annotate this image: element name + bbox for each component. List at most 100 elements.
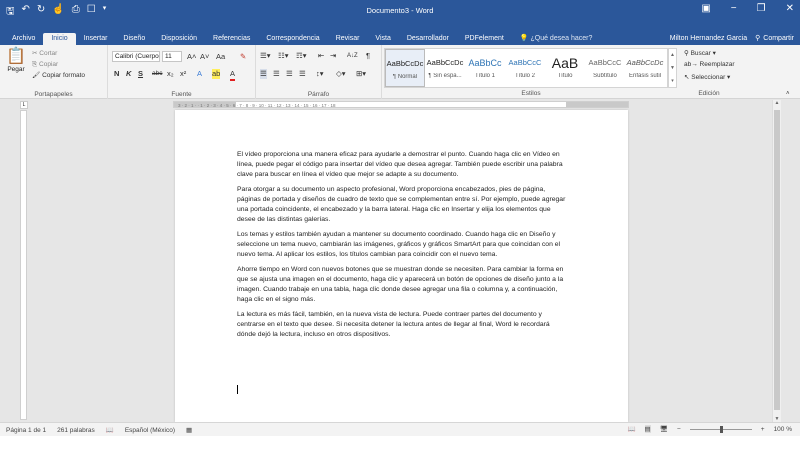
show-marks-button[interactable]: ¶ — [366, 51, 370, 61]
document-body[interactable]: El vídeo proporciona una manera eficaz p… — [237, 150, 567, 345]
ribbon: 📋 Pegar ✂ Cortar ⎘ Copiar 🖌 Copiar forma… — [0, 45, 800, 99]
tab-disposicion[interactable]: Disposición — [153, 33, 205, 45]
line-spacing-icon[interactable]: ↕▾ — [316, 69, 324, 79]
shrink-font-button[interactable]: A˅ — [200, 52, 209, 62]
align-left-icon[interactable]: ☰ — [260, 69, 267, 79]
bullets-icon[interactable]: ☰▾ — [260, 51, 271, 61]
collapse-ribbon-icon[interactable]: ˄ — [786, 89, 790, 99]
increase-indent-icon[interactable]: ⇥ — [330, 51, 336, 61]
tab-archivo[interactable]: Archivo — [4, 33, 43, 45]
tab-correspondencia[interactable]: Correspondencia — [258, 33, 327, 45]
style-normal[interactable]: AaBbCcDc ¶ Normal — [385, 49, 425, 87]
replace-button[interactable]: ab→ Reemplazar — [684, 61, 735, 68]
page-count[interactable]: Página 1 de 1 — [6, 427, 46, 434]
borders-icon[interactable]: ⊞▾ — [356, 69, 366, 79]
cut-button[interactable]: ✂ Cortar — [32, 48, 85, 59]
zoom-level[interactable]: 100 % — [774, 426, 792, 433]
style-heading-1[interactable]: AaBbCc Título 1 — [465, 49, 505, 87]
tab-insertar[interactable]: Insertar — [76, 33, 116, 45]
italic-button[interactable]: K — [126, 69, 131, 79]
font-size-box[interactable]: 11 — [162, 51, 182, 62]
macro-icon[interactable]: ▦ — [186, 426, 192, 434]
ruler-scale: 3 · 2 · 1 · · 1 · 2 · 3 · 4 · 5 · 6 · 7 … — [178, 103, 336, 108]
select-button[interactable]: ↖ Seleccionar ▾ — [684, 73, 730, 81]
tab-pdfelement[interactable]: PDFelement — [457, 33, 512, 45]
zoom-out-icon[interactable]: − — [677, 426, 681, 433]
highlight-button[interactable]: ab — [212, 69, 221, 79]
align-center-icon[interactable]: ☰ — [273, 69, 280, 79]
web-layout-icon[interactable]: 🖥 — [660, 425, 668, 433]
vertical-scrollbar[interactable]: ▲ ▼ — [772, 100, 781, 422]
superscript-button[interactable]: x² — [180, 69, 186, 79]
paragraph-group-label: Párrafo — [307, 91, 330, 98]
paragraph[interactable]: Los temas y estilos también ayudan a man… — [237, 230, 567, 260]
print-layout-icon[interactable]: ▤ — [644, 425, 651, 433]
language[interactable]: Español (México) — [125, 427, 175, 434]
share-button[interactable]: ⚲ Compartir — [755, 34, 794, 43]
decrease-indent-icon[interactable]: ⇤ — [318, 51, 324, 61]
style-subtle-emphasis[interactable]: AaBbCcDc Énfasis sutil — [625, 49, 665, 87]
ribbon-tabs: Archivo Inicio Insertar Diseño Disposici… — [0, 31, 800, 45]
style-heading-2[interactable]: AaBbCcC Título 2 — [505, 49, 545, 87]
font-color-button[interactable]: A — [230, 69, 236, 81]
style-no-spacing[interactable]: AaBbCcDc ¶ Sin espa... — [425, 49, 465, 87]
change-case-button[interactable]: Aa — [216, 52, 225, 62]
paragraph[interactable]: Para otorgar a su documento un aspecto p… — [237, 185, 567, 225]
justify-icon[interactable]: ☰ — [299, 69, 306, 79]
tab-inicio[interactable]: Inicio — [43, 33, 76, 45]
up-arrow-icon[interactable]: ▲ — [669, 49, 676, 62]
font-group: Calibri (Cuerpo 11 A˄ A˅ Aa ✎ N K S abc … — [108, 45, 256, 99]
paragraph[interactable]: Ahorre tiempo en Word con nuevos botones… — [237, 265, 567, 305]
tab-diseno[interactable]: Diseño — [115, 33, 153, 45]
restore-icon[interactable]: ❐ — [757, 3, 766, 14]
tab-selector[interactable]: L — [20, 101, 28, 109]
underline-button[interactable]: S — [138, 69, 143, 79]
sort-button[interactable]: A↓Z — [347, 51, 358, 61]
tell-me-box[interactable]: 💡 ¿Qué desea hacer? — [512, 32, 601, 45]
tab-referencias[interactable]: Referencias — [205, 33, 258, 45]
clipboard-actions: ✂ Cortar ⎘ Copiar 🖌 Copiar formato — [32, 48, 85, 81]
ribbon-display-icon[interactable]: ▣ — [701, 3, 710, 14]
grow-font-button[interactable]: A˄ — [187, 52, 196, 62]
styles-gallery: AaBbCcDc ¶ Normal AaBbCcDc ¶ Sin espa... A… — [384, 48, 668, 88]
scroll-thumb[interactable] — [774, 110, 780, 410]
horizontal-ruler[interactable]: 3 · 2 · 1 · · 1 · 2 · 3 · 4 · 5 · 6 · 7 … — [173, 101, 629, 108]
zoom-slider[interactable] — [689, 425, 752, 433]
down-arrow-icon[interactable]: ▼ — [669, 62, 676, 75]
align-right-icon[interactable]: ☰ — [286, 69, 293, 79]
tab-desarrollador[interactable]: Desarrollador — [399, 33, 457, 45]
multilevel-list-icon[interactable]: ☶▾ — [296, 51, 307, 61]
vertical-ruler[interactable] — [20, 110, 27, 420]
text-effects-button[interactable]: A — [197, 69, 202, 79]
proofing-icon[interactable]: 📖 — [106, 426, 114, 434]
styles-scroll[interactable]: ▲ ▼ ▾ — [668, 48, 677, 88]
user-name[interactable]: Milton Hernandez Garcia — [670, 35, 747, 42]
document-page[interactable]: El vídeo proporciona una manera eficaz p… — [175, 110, 628, 422]
zoom-knob[interactable] — [719, 425, 723, 433]
numbering-icon[interactable]: ☷▾ — [278, 51, 289, 61]
word-count[interactable]: 261 palabras — [57, 427, 95, 434]
format-painter-button[interactable]: 🖌 Copiar formato — [32, 70, 85, 81]
font-name-box[interactable]: Calibri (Cuerpo — [112, 51, 160, 62]
read-mode-icon[interactable]: 📖 — [627, 425, 635, 433]
style-title[interactable]: AaB Título — [545, 49, 585, 87]
style-subtitle[interactable]: AaBbCcC Subtítulo — [585, 49, 625, 87]
shading-icon[interactable]: ◇▾ — [336, 69, 346, 79]
clear-format-button[interactable]: ✎ — [240, 52, 246, 62]
close-icon[interactable]: ✕ — [786, 3, 794, 14]
paragraph[interactable]: La lectura es más fácil, también, en la … — [237, 310, 567, 340]
style-name: ¶ Normal — [392, 74, 418, 80]
subscript-button[interactable]: x₂ — [167, 69, 174, 79]
copy-button[interactable]: ⎘ Copiar — [32, 59, 85, 70]
more-icon[interactable]: ▾ — [669, 75, 676, 88]
tab-revisar[interactable]: Revisar — [328, 33, 368, 45]
strikethrough-button[interactable]: abc — [152, 69, 162, 79]
bold-button[interactable]: N — [114, 69, 119, 79]
minimize-icon[interactable]: − — [731, 3, 737, 14]
scroll-up-icon[interactable]: ▲ — [773, 100, 781, 106]
find-button[interactable]: ⚲ Buscar ▾ — [684, 49, 716, 57]
paragraph[interactable]: El vídeo proporciona una manera eficaz p… — [237, 150, 567, 180]
zoom-in-icon[interactable]: + — [761, 426, 765, 433]
tab-vista[interactable]: Vista — [367, 33, 398, 45]
paste-button[interactable]: 📋 Pegar — [3, 48, 29, 73]
